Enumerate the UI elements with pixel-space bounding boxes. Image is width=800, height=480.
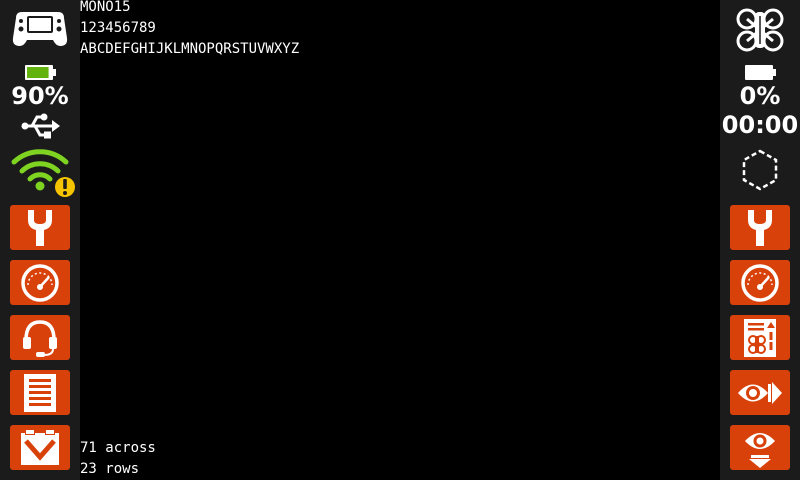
settings-wrench-button[interactable] — [10, 205, 70, 250]
console-line-columns: 71 across — [80, 440, 156, 456]
gauge-button[interactable] — [10, 260, 70, 305]
vehicle-battery-percent: 0% — [739, 82, 781, 110]
vehicle-battery-icon — [745, 65, 777, 80]
drone-icon[interactable] — [736, 8, 784, 52]
left-sidebar: 90% — [0, 0, 80, 480]
wifi-warning-icon — [10, 148, 76, 198]
headset-icon — [23, 319, 57, 357]
gauge-icon — [21, 263, 59, 302]
gamepad-icon[interactable] — [10, 8, 70, 50]
battery-icon — [25, 65, 57, 80]
inbox-tray-icon — [21, 428, 59, 465]
flight-timer: 00:00 — [721, 111, 799, 139]
wrench-icon — [28, 209, 52, 246]
eye-forward-icon — [738, 381, 782, 404]
drone-checklist-button[interactable] — [730, 315, 790, 360]
drone-checklist-icon — [744, 318, 776, 357]
vehicle-gauge-button[interactable] — [730, 260, 790, 305]
geofence-hexagon-icon — [741, 148, 779, 192]
usb-icon — [20, 112, 60, 140]
console-line-font-name: MONO15 — [80, 0, 131, 15]
inbox-button[interactable] — [10, 425, 70, 470]
console-line-digits: 123456789 — [80, 20, 156, 36]
eye-down-button[interactable] — [730, 425, 790, 470]
right-sidebar: 0% 00:00 — [720, 0, 800, 480]
battery-percent: 90% — [11, 82, 69, 110]
console-line-alphabet: ABCDEFGHIJKLMNOPQRSTUVWXYZ — [80, 41, 300, 57]
log-document-button[interactable] — [10, 370, 70, 415]
vehicle-settings-wrench-button[interactable] — [730, 205, 790, 250]
console-area: MONO15 123456789 ABCDEFGHIJKLMNOPQRSTUVW… — [80, 0, 720, 480]
gauge-icon — [741, 263, 779, 302]
headset-button[interactable] — [10, 315, 70, 360]
document-list-icon — [24, 373, 56, 412]
eye-down-icon — [745, 432, 775, 468]
wrench-icon — [748, 209, 772, 246]
eye-forward-button[interactable] — [730, 370, 790, 415]
console-line-rows: 23 rows — [80, 461, 140, 477]
